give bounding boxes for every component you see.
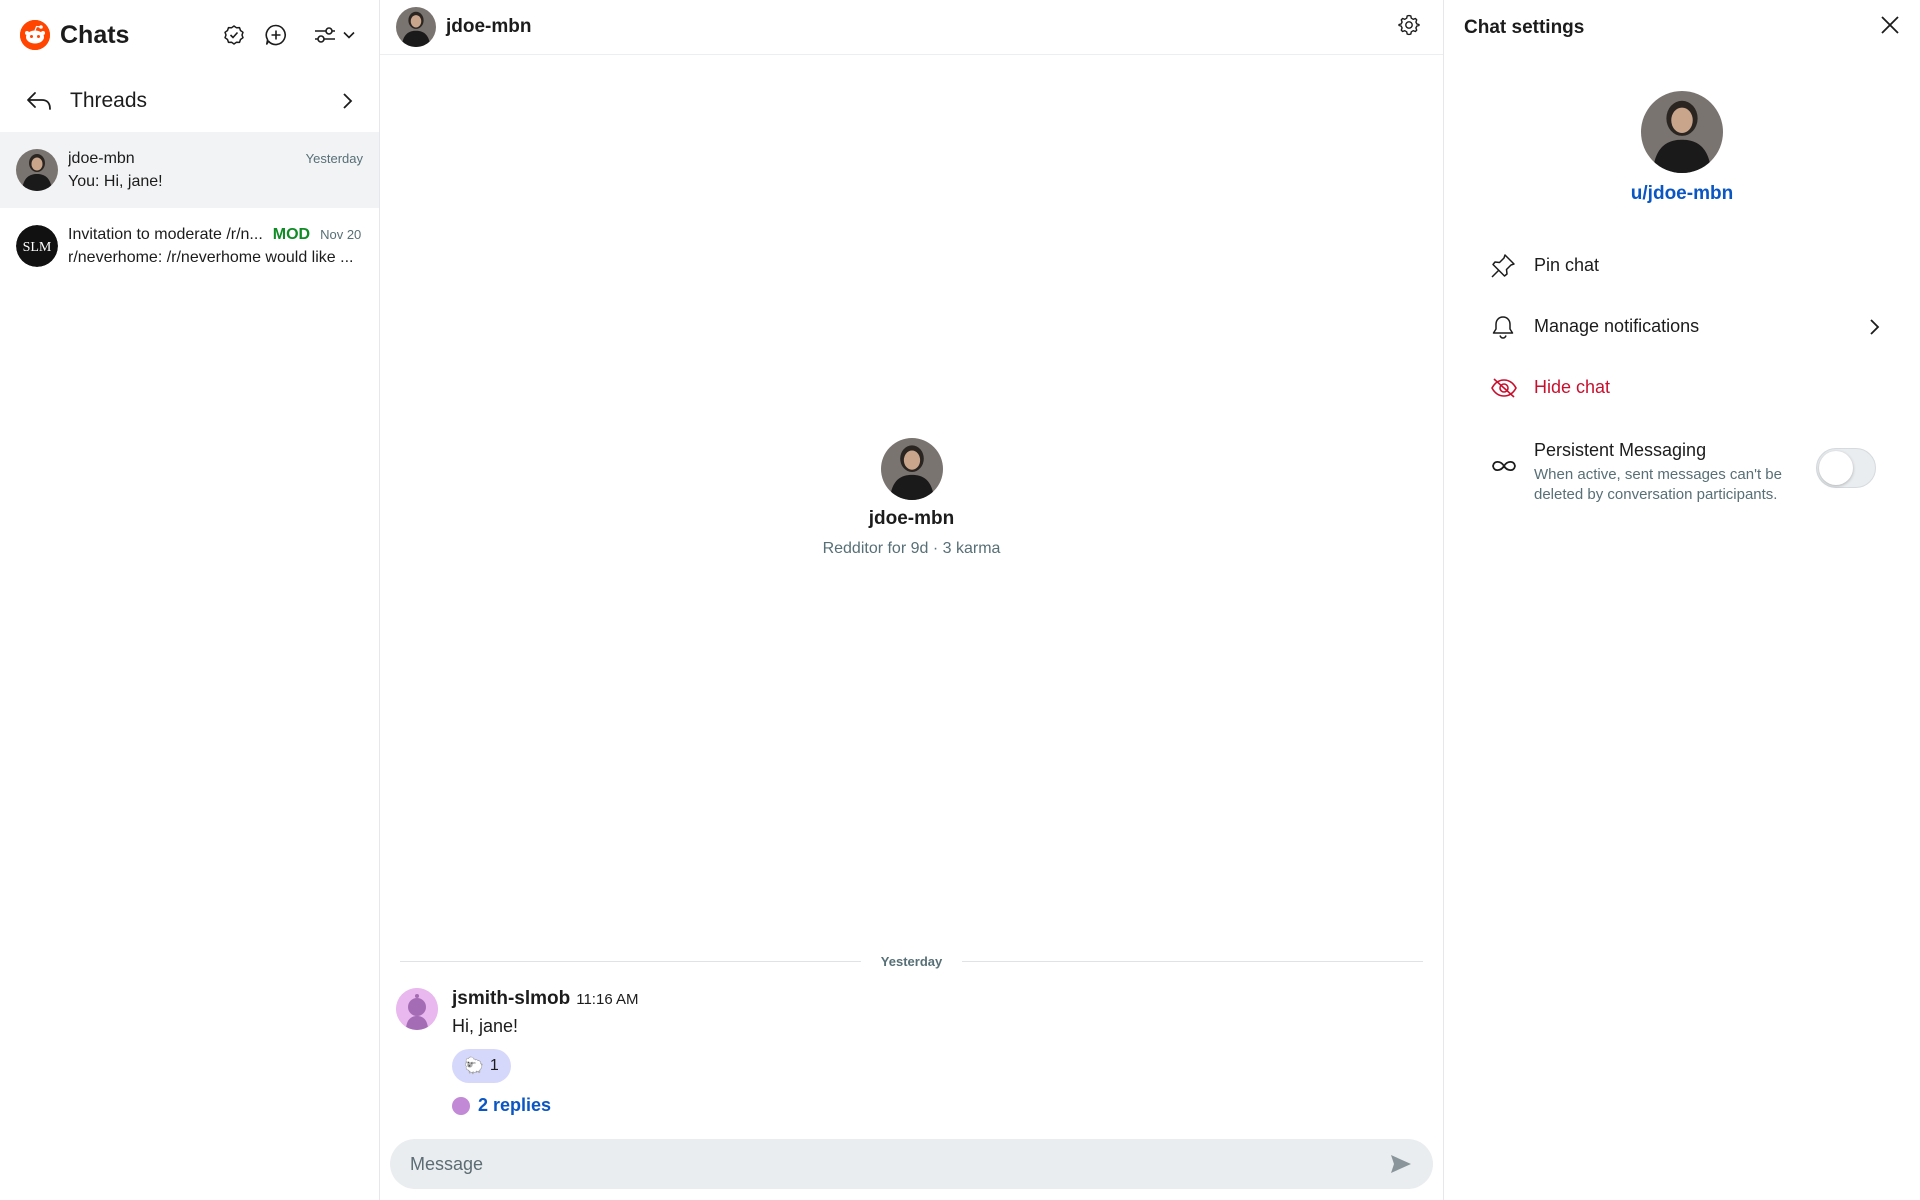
message-item: jsmith-slmob 11:16 AM Hi, jane! 🐑 1 2 re… bbox=[396, 988, 1427, 1116]
avatar bbox=[452, 1096, 470, 1115]
mod-badge: MOD bbox=[272, 225, 311, 243]
community-avatar: SLM bbox=[16, 225, 58, 267]
reply-arrow-icon bbox=[27, 92, 51, 110]
profile-username-link[interactable]: u/jdoe-mbn bbox=[1444, 183, 1920, 205]
persistent-messaging-toggle[interactable] bbox=[1816, 448, 1876, 488]
message-body: jsmith-slmob 11:16 AM Hi, jane! 🐑 1 2 re… bbox=[452, 988, 639, 1116]
conversation-title: jdoe-mbn bbox=[446, 16, 532, 37]
persistent-messaging-description: When active, sent messages can't be dele… bbox=[1534, 466, 1782, 503]
profile-meta: Redditor for 9d · 3 karma bbox=[822, 540, 1001, 557]
check-badge-icon bbox=[224, 25, 244, 45]
manage-notifications-label: Manage notifications bbox=[1534, 316, 1700, 336]
reaction-pill[interactable]: 🐑 1 bbox=[452, 1049, 511, 1083]
divider-line bbox=[962, 961, 1423, 962]
date-divider-label: Yesterday bbox=[880, 954, 943, 969]
threads-label: Threads bbox=[70, 89, 148, 112]
message-author[interactable]: jsmith-slmob bbox=[452, 988, 570, 1010]
persistent-messaging-title: Persistent Messaging bbox=[1534, 440, 1707, 460]
avatar[interactable] bbox=[1641, 91, 1723, 173]
mark-read-button[interactable] bbox=[221, 22, 247, 48]
avatar bbox=[16, 149, 58, 191]
infinity-icon bbox=[1490, 458, 1520, 479]
chat-name: Invitation to moderate /r/n... bbox=[68, 225, 263, 243]
pin-icon bbox=[1490, 253, 1520, 279]
toggle-knob bbox=[1819, 451, 1853, 485]
chevron-right-icon bbox=[343, 93, 353, 109]
new-chat-button[interactable] bbox=[263, 22, 289, 48]
eye-off-icon bbox=[1490, 377, 1520, 399]
gear-icon bbox=[1398, 14, 1420, 35]
manage-notifications-button[interactable]: Manage notifications bbox=[1444, 296, 1920, 357]
avatar[interactable] bbox=[880, 438, 943, 500]
chat-text: Invitation to moderate /r/n... MOD Nov 2… bbox=[68, 226, 363, 267]
persistent-messaging-text: Persistent Messaging When active, sent m… bbox=[1534, 440, 1816, 505]
chat-line-top: Invitation to moderate /r/n... MOD Nov 2… bbox=[68, 226, 363, 244]
message-composer bbox=[390, 1139, 1433, 1189]
chat-time: Yesterday bbox=[305, 151, 363, 166]
chat-settings-panel: Chat settings u/jdoe-mbn Pin chat Manage… bbox=[1444, 0, 1920, 1200]
filter-sliders-icon bbox=[315, 27, 335, 43]
chat-name: jdoe-mbn bbox=[68, 149, 135, 167]
settings-list: Pin chat Manage notifications Hide chat … bbox=[1444, 235, 1920, 505]
avatar[interactable] bbox=[396, 988, 438, 1030]
filter-dropdown-button[interactable] bbox=[313, 25, 355, 45]
avatar[interactable] bbox=[396, 7, 436, 47]
pin-chat-button[interactable]: Pin chat bbox=[1444, 235, 1920, 296]
chat-sidebar: Chats Threads jdoe-mbn Yesterday You: Hi… bbox=[0, 0, 380, 1200]
reddit-logo-icon bbox=[20, 20, 50, 50]
chat-text: jdoe-mbn Yesterday You: Hi, jane! bbox=[68, 150, 363, 191]
add-chat-icon bbox=[265, 24, 286, 46]
send-button[interactable] bbox=[1389, 1153, 1413, 1175]
chat-list-item[interactable]: SLM Invitation to moderate /r/n... MOD N… bbox=[0, 208, 379, 284]
send-icon bbox=[1391, 1155, 1411, 1173]
date-divider: Yesterday bbox=[400, 954, 1423, 969]
replies-count: 2 replies bbox=[478, 1095, 552, 1115]
message-header: jsmith-slmob 11:16 AM bbox=[452, 988, 639, 1010]
chevron-down-icon bbox=[343, 31, 355, 39]
persistent-messaging-setting: Persistent Messaging When active, sent m… bbox=[1444, 440, 1920, 505]
threads-nav-item[interactable]: Threads bbox=[0, 70, 379, 132]
chat-app: Chats Threads jdoe-mbn Yesterday You: Hi… bbox=[0, 0, 1920, 1200]
thread-replies-link[interactable]: 2 replies bbox=[452, 1095, 639, 1116]
hide-chat-button[interactable]: Hide chat bbox=[1444, 357, 1920, 418]
close-icon bbox=[1881, 16, 1899, 34]
chat-settings-button[interactable] bbox=[1397, 13, 1421, 42]
sidebar-title: Chats bbox=[60, 20, 130, 49]
sidebar-header: Chats bbox=[0, 0, 379, 70]
chevron-right-icon bbox=[1870, 318, 1880, 335]
reaction-emoji: 🐑 bbox=[464, 1058, 484, 1075]
conversation-panel: jdoe-mbn jdoe-mbn Redditor for 9d · 3 ka… bbox=[380, 0, 1444, 1200]
profile-name: jdoe-mbn bbox=[868, 508, 955, 529]
chat-preview: You: Hi, jane! bbox=[68, 172, 163, 190]
conversation-profile-card: jdoe-mbn Redditor for 9d · 3 karma bbox=[380, 438, 1443, 558]
conversation-header: jdoe-mbn bbox=[380, 0, 1443, 55]
chat-preview: r/neverhome: /r/neverhome would like ... bbox=[68, 248, 354, 266]
message-text: Hi, jane! bbox=[452, 1016, 519, 1036]
divider-line bbox=[400, 961, 861, 962]
message-time: 11:16 AM bbox=[576, 991, 639, 1008]
settings-profile: u/jdoe-mbn bbox=[1444, 91, 1920, 205]
message-input[interactable] bbox=[410, 1153, 1389, 1175]
chat-line-top: jdoe-mbn Yesterday bbox=[68, 150, 363, 168]
pin-chat-label: Pin chat bbox=[1534, 255, 1600, 275]
svg-text:SLM: SLM bbox=[23, 240, 52, 255]
sidebar-actions bbox=[221, 22, 355, 48]
reaction-count: 1 bbox=[489, 1057, 499, 1074]
close-settings-button[interactable] bbox=[1880, 15, 1900, 40]
bell-icon bbox=[1490, 314, 1520, 340]
settings-title: Chat settings bbox=[1464, 16, 1585, 38]
chat-list-item[interactable]: jdoe-mbn Yesterday You: Hi, jane! bbox=[0, 132, 379, 208]
hide-chat-label: Hide chat bbox=[1534, 377, 1611, 397]
settings-header: Chat settings bbox=[1444, 0, 1920, 55]
chat-time: Nov 20 bbox=[320, 227, 362, 242]
